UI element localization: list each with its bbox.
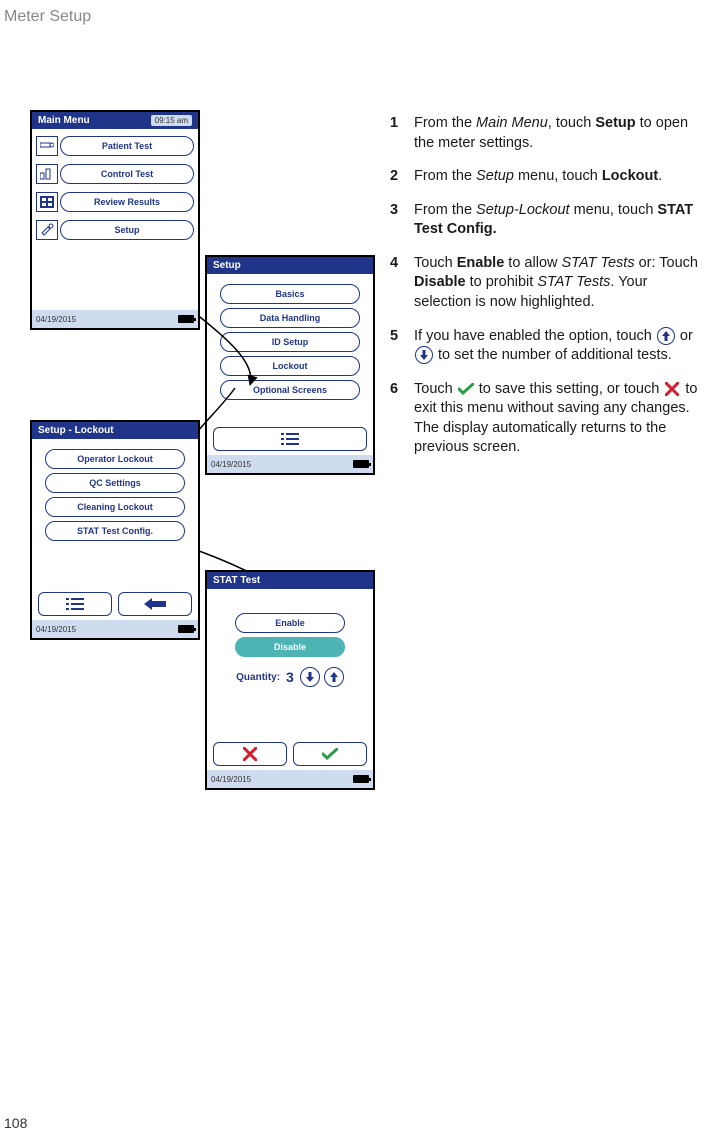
battery-icon	[178, 315, 194, 323]
instruction-step: 2From the Setup menu, touch Lockout.	[390, 167, 702, 187]
title-text: STAT Test	[213, 575, 260, 586]
menu-item-patient-test[interactable]: Patient Test	[36, 135, 194, 157]
title-text: Main Menu	[38, 115, 90, 126]
check-icon	[322, 748, 338, 760]
instructions: 1From the Main Menu, touch Setup to open…	[390, 114, 702, 472]
screen-lockout: Setup - Lockout Operator Lockout QC Sett…	[30, 420, 200, 640]
confirm-button[interactable]	[293, 742, 367, 766]
arrow-up-icon	[330, 672, 338, 682]
screens-area: Main Menu 09:15 am Patient Test Control …	[30, 110, 380, 870]
step-text: Touch to save this setting, or touch to …	[414, 380, 702, 458]
list-button[interactable]	[213, 427, 367, 451]
titlebar-stat: STAT Test	[207, 572, 373, 589]
step-number: 4	[390, 254, 414, 274]
date: 04/19/2015	[211, 460, 251, 469]
menu-item-optional-screens[interactable]: Optional Screens	[220, 380, 360, 400]
menu-label: Review Results	[60, 192, 194, 212]
battery-icon	[178, 625, 194, 633]
footer-setup: 04/19/2015	[207, 455, 373, 473]
step-text: Touch Enable to allow STAT Tests or: Tou…	[414, 254, 702, 313]
titlebar-setup: Setup	[207, 257, 373, 274]
list-button[interactable]	[38, 592, 112, 616]
footer-stat: 04/19/2015	[207, 770, 373, 788]
list-icon	[66, 598, 84, 610]
back-arrow-icon	[144, 598, 166, 610]
list-icon	[281, 433, 299, 445]
menu-label: Setup	[60, 220, 194, 240]
menu-item-basics[interactable]: Basics	[220, 284, 360, 304]
step-number: 3	[390, 201, 414, 221]
cross-icon	[243, 747, 257, 761]
menu-item-stat-test-config[interactable]: STAT Test Config.	[45, 521, 185, 541]
check-icon	[458, 382, 474, 396]
cross-icon	[664, 382, 680, 396]
arrow-down-icon	[415, 346, 433, 364]
setup-icon	[36, 220, 58, 240]
step-number: 6	[390, 380, 414, 400]
menu-label: Patient Test	[60, 136, 194, 156]
menu-item-control-test[interactable]: Control Test	[36, 163, 194, 185]
menu-item-cleaning-lockout[interactable]: Cleaning Lockout	[45, 497, 185, 517]
quantity-down-button[interactable]	[300, 667, 320, 687]
menu-item-data-handling[interactable]: Data Handling	[220, 308, 360, 328]
step-number: 5	[390, 327, 414, 347]
titlebar-lockout: Setup - Lockout	[32, 422, 198, 439]
title-text: Setup - Lockout	[38, 425, 114, 436]
titlebar-main: Main Menu 09:15 am	[32, 112, 198, 129]
instruction-step: 6Touch to save this setting, or touch to…	[390, 380, 702, 458]
page-number: 108	[4, 1115, 27, 1131]
battery-icon	[353, 460, 369, 468]
quantity-value: 3	[286, 669, 294, 685]
footer-main: 04/19/2015	[32, 310, 198, 328]
step-text: From the Setup-Lockout menu, touch STAT …	[414, 201, 702, 240]
date: 04/19/2015	[211, 775, 251, 784]
quantity-label: Quantity:	[236, 672, 280, 683]
instruction-step: 3From the Setup-Lockout menu, touch STAT…	[390, 201, 702, 240]
patient-test-icon	[36, 136, 58, 156]
back-button[interactable]	[118, 592, 192, 616]
menu-item-review-results[interactable]: Review Results	[36, 191, 194, 213]
section-title: Meter Setup	[4, 8, 91, 26]
instruction-step: 1From the Main Menu, touch Setup to open…	[390, 114, 702, 153]
menu-item-lockout[interactable]: Lockout	[220, 356, 360, 376]
screen-main-menu: Main Menu 09:15 am Patient Test Control …	[30, 110, 200, 330]
arrow-up-icon	[657, 327, 675, 345]
instruction-step: 5If you have enabled the option, touch o…	[390, 327, 702, 366]
step-text: From the Setup menu, touch Lockout.	[414, 167, 702, 187]
menu-label: Control Test	[60, 164, 194, 184]
step-number: 2	[390, 167, 414, 187]
control-test-icon	[36, 164, 58, 184]
date: 04/19/2015	[36, 315, 76, 324]
review-results-icon	[36, 192, 58, 212]
quantity-up-button[interactable]	[324, 667, 344, 687]
menu-item-id-setup[interactable]: ID Setup	[220, 332, 360, 352]
instruction-step: 4Touch Enable to allow STAT Tests or: To…	[390, 254, 702, 313]
disable-button[interactable]: Disable	[235, 637, 345, 657]
menu-item-setup[interactable]: Setup	[36, 219, 194, 241]
enable-button[interactable]: Enable	[235, 613, 345, 633]
step-text: From the Main Menu, touch Setup to open …	[414, 114, 702, 153]
title-text: Setup	[213, 260, 241, 271]
footer-lockout: 04/19/2015	[32, 620, 198, 638]
cancel-button[interactable]	[213, 742, 287, 766]
clock: 09:15 am	[151, 115, 192, 126]
menu-item-qc-settings[interactable]: QC Settings	[45, 473, 185, 493]
screen-stat-test: STAT Test Enable Disable Quantity: 3	[205, 570, 375, 790]
arrow-down-icon	[306, 672, 314, 682]
battery-icon	[353, 775, 369, 783]
step-number: 1	[390, 114, 414, 134]
screen-setup: Setup Basics Data Handling ID Setup Lock…	[205, 255, 375, 475]
menu-item-operator-lockout[interactable]: Operator Lockout	[45, 449, 185, 469]
date: 04/19/2015	[36, 625, 76, 634]
step-text: If you have enabled the option, touch or…	[414, 327, 702, 366]
